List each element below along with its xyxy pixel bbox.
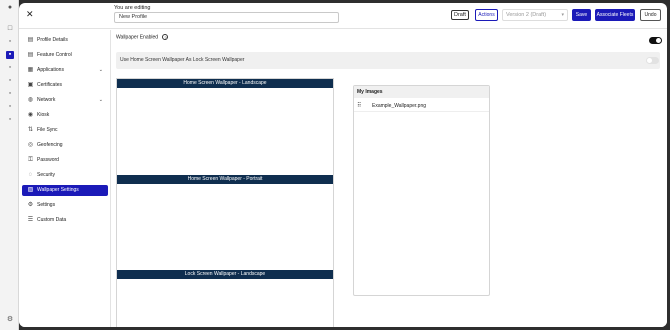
reports-icon[interactable]: ▫ [6, 77, 14, 85]
image-list-item[interactable]: ⠿ Example_Wallpaper.png [354, 100, 489, 112]
editor-header: ✕ You are editing New Profile Draft Acti… [19, 3, 667, 29]
image-file-name: Example_Wallpaper.png [372, 103, 427, 109]
sidebar-item-feature-control[interactable]: ▤ Feature Control [22, 50, 108, 61]
chevron-down-icon: ▾ [561, 12, 564, 18]
close-icon[interactable]: ✕ [26, 10, 35, 19]
gear-icon[interactable]: ⚙ [6, 316, 14, 324]
wallpaper-enabled-label: Wallpaper Enabled ? [116, 34, 169, 41]
use-home-as-lock-label: Use Home Screen Wallpaper As Lock Screen… [120, 57, 245, 63]
globe-icon: ◍ [27, 97, 34, 103]
draft-badge: Draft [451, 10, 469, 20]
home-icon[interactable]: □ [6, 25, 14, 33]
settings-sidebar: ▤ Profile Details ▤ Feature Control ▦ Ap… [19, 30, 111, 327]
users-icon[interactable]: ▫ [6, 90, 14, 98]
document-icon: ▤ [27, 37, 34, 43]
editing-label: You are editing [114, 5, 151, 11]
geofence-icon: ◎ [27, 142, 34, 148]
actions-button[interactable]: Actions [475, 9, 498, 21]
toggle-knob [656, 38, 661, 43]
settings-rail-icon[interactable]: ▫ [6, 116, 14, 124]
chevron-down-icon: ⌄ [98, 97, 103, 103]
wallpaper-enabled-text: Wallpaper Enabled [116, 34, 159, 41]
shield-icon: ◌ [28, 172, 33, 178]
sidebar-item-label: Applications [37, 67, 64, 73]
section-header-lock-landscape: Lock Screen Wallpaper - Landscape [117, 270, 333, 279]
sidebar-item-security[interactable]: ◌ Security [22, 170, 108, 181]
sidebar-item-applications[interactable]: ▦ Applications ⌄ [22, 65, 108, 76]
sidebar-item-label: Network [37, 97, 56, 103]
chevron-down-icon: ⌄ [98, 67, 103, 73]
sidebar-item-certificates[interactable]: ▣ Certificates [22, 80, 108, 91]
alerts-icon[interactable]: ▫ [6, 103, 14, 111]
sidebar-item-geofencing[interactable]: ◎ Geofencing [22, 140, 108, 151]
wallpaper-settings-panel: Wallpaper Enabled ? Use Home Screen Wall… [112, 30, 667, 327]
sidebar-item-label: File Sync [37, 127, 58, 133]
sidebar-item-network[interactable]: ◍ Network ⌄ [22, 95, 108, 106]
pin-icon: ◉ [27, 112, 34, 118]
apps-icon[interactable]: ▫ [6, 64, 14, 72]
sidebar-item-kiosk[interactable]: ◉ Kiosk [22, 110, 108, 121]
list-icon: ☰ [27, 217, 34, 223]
sidebar-item-settings[interactable]: ⚙ Settings [22, 200, 108, 211]
sidebar-item-password[interactable]: ⚿ Password [22, 155, 108, 166]
use-home-as-lock-toggle[interactable] [646, 57, 659, 64]
my-images-title: My Images [354, 86, 489, 98]
key-icon: ⚿ [28, 157, 33, 163]
info-icon[interactable]: ? [162, 34, 169, 40]
gear-icon: ⚙ [27, 202, 34, 208]
sidebar-item-file-sync[interactable]: ⇅ File Sync [22, 125, 108, 136]
sidebar-item-label: Security [37, 172, 56, 178]
image-icon: ▧ [27, 187, 34, 193]
wallpaper-sections: Home Screen Wallpaper - Landscape Home S… [116, 78, 334, 327]
version-label: Version 2 (Draft) [506, 12, 547, 18]
document-icon: ▤ [27, 52, 34, 58]
app-rail: ● □ ▫ ▪ ▫ ▫ ▫ ▫ ▫ ⚙ [0, 0, 19, 330]
grid-icon: ▦ [27, 67, 34, 73]
sidebar-item-label: Geofencing [37, 142, 63, 148]
sidebar-item-label: Feature Control [37, 52, 72, 58]
sidebar-item-label: Profile Details [37, 37, 68, 43]
devices-icon[interactable]: ▫ [6, 38, 14, 46]
sync-icon: ⇅ [27, 127, 34, 133]
certificate-icon: ▣ [27, 82, 34, 88]
version-select[interactable]: Version 2 (Draft) ▾ [502, 9, 568, 21]
wallpaper-enabled-toggle[interactable] [649, 37, 662, 44]
sidebar-item-profile-details[interactable]: ▤ Profile Details [22, 35, 108, 46]
sidebar-item-label: Settings [37, 202, 56, 208]
profiles-icon[interactable]: ▪ [6, 51, 14, 59]
app-frame: ● □ ▫ ▪ ▫ ▫ ▫ ▫ ▫ ⚙ ✕ You are editing Ne… [0, 0, 670, 330]
use-home-as-lock-row: Use Home Screen Wallpaper As Lock Screen… [116, 52, 660, 69]
sidebar-item-label: Custom Data [37, 217, 67, 223]
sidebar-item-custom-data[interactable]: ☰ Custom Data [22, 215, 108, 226]
sidebar-item-label: Kiosk [37, 112, 50, 118]
sidebar-item-label: Certificates [37, 82, 63, 88]
save-button[interactable]: Save [572, 9, 591, 21]
undo-button[interactable]: Undo [640, 9, 661, 21]
logo-icon: ● [7, 4, 13, 11]
sidebar-item-label: Password [37, 157, 59, 163]
profile-name-input[interactable]: New Profile [114, 12, 339, 23]
my-images-panel: My Images ⠿ Example_Wallpaper.png [353, 85, 490, 296]
section-header-home-portrait: Home Screen Wallpaper - Portrait [117, 175, 333, 184]
drag-handle-icon[interactable]: ⠿ [357, 100, 361, 112]
section-header-home-landscape: Home Screen Wallpaper - Landscape [117, 79, 333, 88]
sidebar-item-label: Wallpaper Settings [37, 187, 79, 193]
sidebar-item-wallpaper-settings[interactable]: ▧ Wallpaper Settings [22, 185, 108, 196]
profile-editor-modal: ✕ You are editing New Profile Draft Acti… [19, 3, 667, 327]
associate-fleets-button[interactable]: Associate Fleets [595, 9, 635, 21]
toggle-knob [647, 58, 652, 63]
